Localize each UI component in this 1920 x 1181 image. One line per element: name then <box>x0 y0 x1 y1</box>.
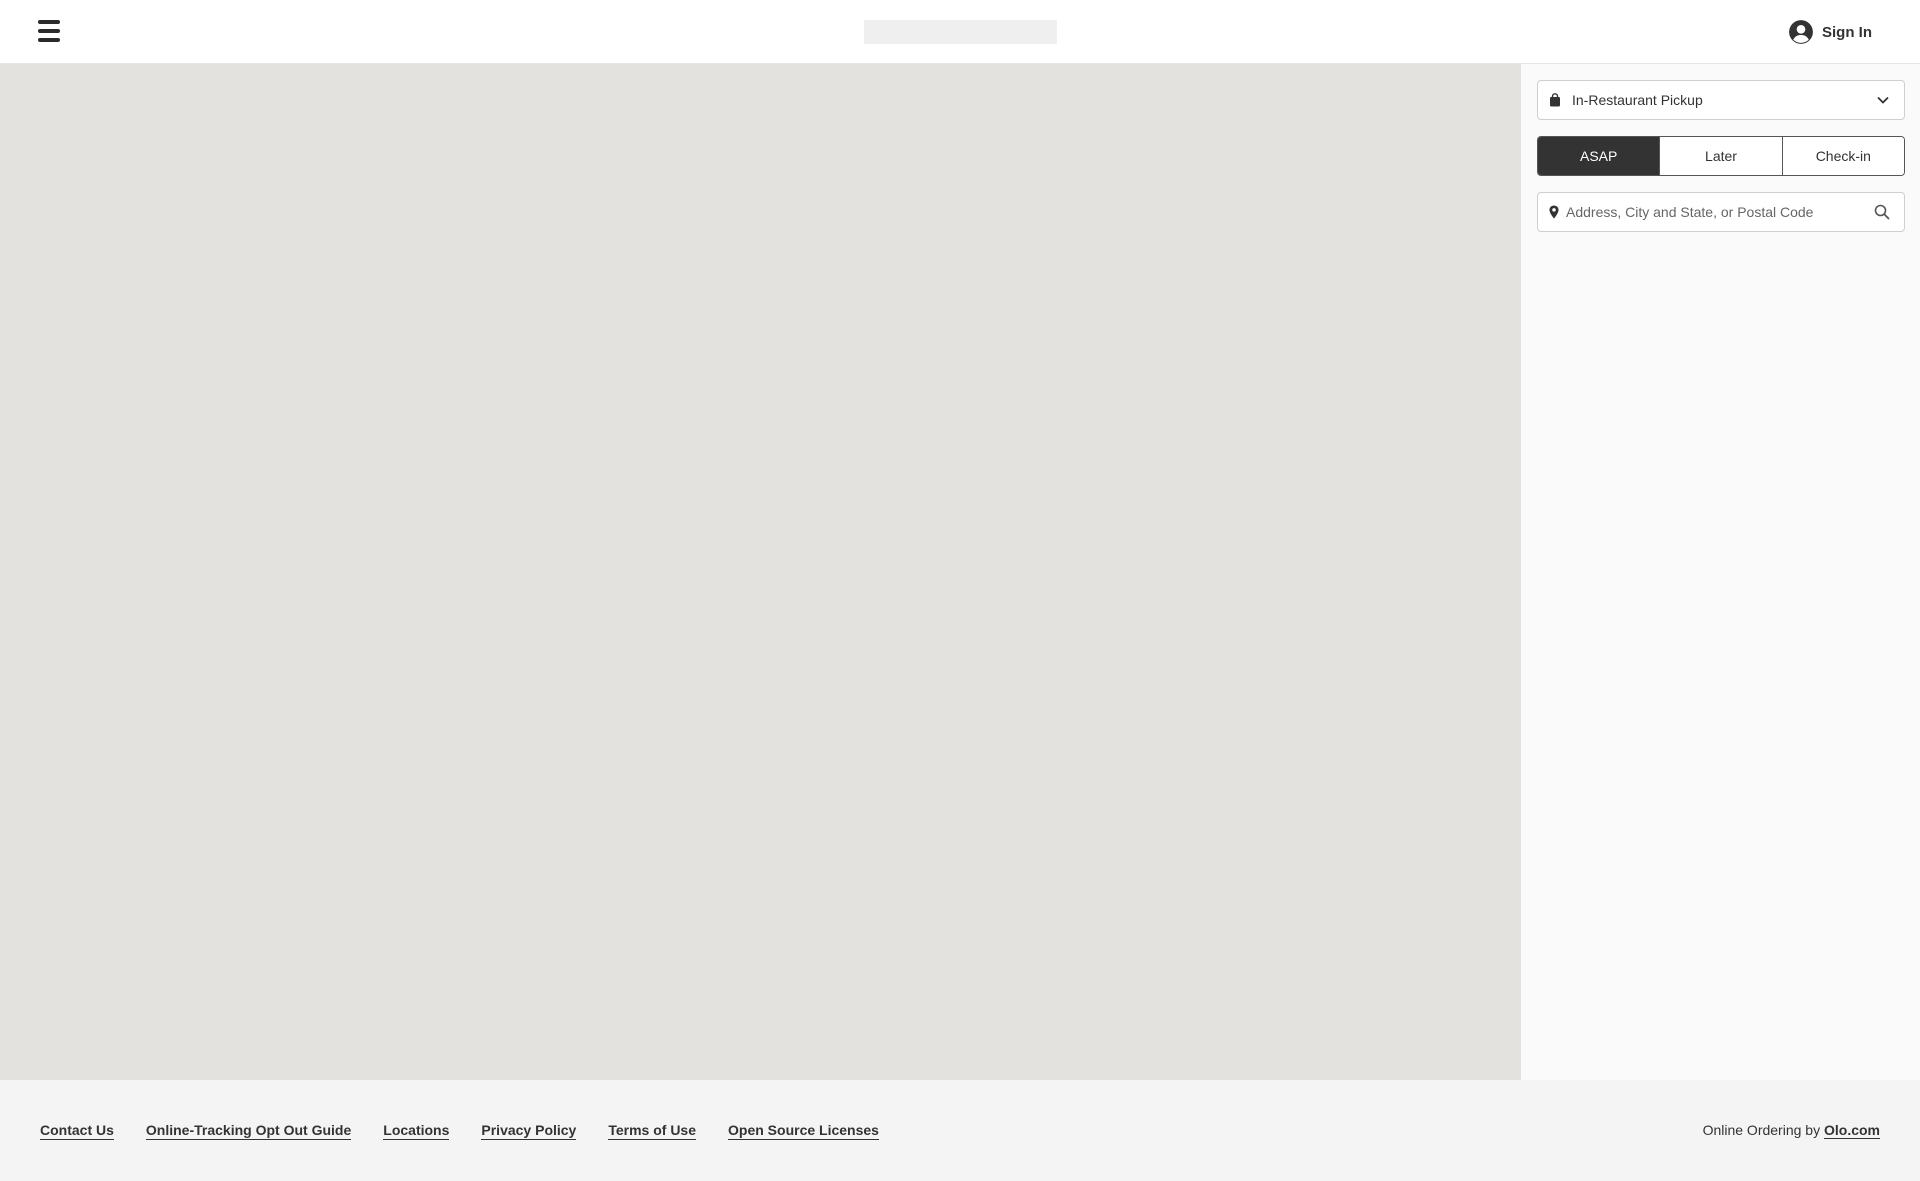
location-search <box>1537 192 1905 232</box>
time-mode-later[interactable]: Later <box>1659 137 1782 175</box>
handoff-mode-select[interactable]: In-Restaurant Pickup <box>1537 80 1905 120</box>
olo-link[interactable]: Olo.com <box>1823 1122 1880 1139</box>
footer-link-privacy-policy[interactable]: Privacy Policy <box>481 1122 577 1140</box>
location-panel: In-Restaurant Pickup ASAP Later Check-in <box>1520 64 1920 1080</box>
map-canvas[interactable] <box>0 64 1520 1080</box>
time-mode-asap[interactable]: ASAP <box>1538 137 1660 175</box>
footer-link-contact-us[interactable]: Contact Us <box>40 1122 114 1140</box>
footer-link-terms-of-use[interactable]: Terms of Use <box>608 1122 697 1140</box>
search-icon[interactable] <box>1874 204 1890 220</box>
location-pin-icon <box>1549 205 1559 219</box>
sign-in-button[interactable]: Sign In <box>1788 18 1872 46</box>
user-circle-icon <box>1789 20 1813 44</box>
shopping-bag-icon <box>1550 93 1560 107</box>
powered-by: Online Ordering by Olo.com <box>1702 1122 1880 1139</box>
footer-link-tracking-opt-out[interactable]: Online-Tracking Opt Out Guide <box>145 1122 352 1140</box>
hamburger-menu-icon[interactable] <box>38 20 66 44</box>
logo-placeholder[interactable] <box>864 20 1057 44</box>
sign-in-label: Sign In <box>1822 23 1872 41</box>
time-mode-check-in[interactable]: Check-in <box>1781 137 1904 175</box>
handoff-mode-label: In-Restaurant Pickup <box>1572 92 1703 108</box>
site-footer: Contact Us Online-Tracking Opt Out Guide… <box>0 1080 1920 1181</box>
time-mode-toggle: ASAP Later Check-in <box>1537 136 1905 176</box>
location-search-input[interactable] <box>1566 204 1874 220</box>
chevron-down-icon <box>1877 96 1889 104</box>
footer-link-locations[interactable]: Locations <box>383 1122 450 1140</box>
footer-link-open-source-licenses[interactable]: Open Source Licenses <box>728 1122 879 1140</box>
powered-by-text: Online Ordering by <box>1702 1122 1821 1138</box>
footer-links: Contact Us Online-Tracking Opt Out Guide… <box>40 1122 879 1140</box>
site-header: Sign In <box>0 0 1920 64</box>
